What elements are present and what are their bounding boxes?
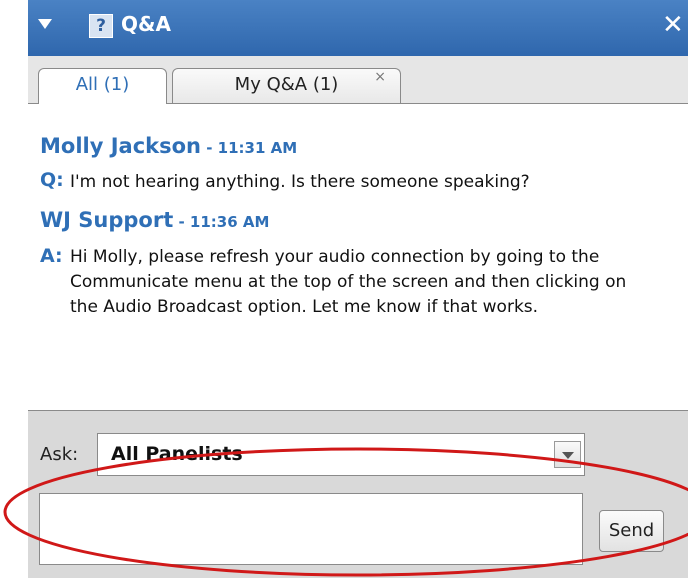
- close-icon[interactable]: ✕: [662, 10, 684, 40]
- tab-close-icon[interactable]: ×: [374, 61, 386, 93]
- collapse-triangle-icon[interactable]: [38, 19, 52, 29]
- panel-title: Q&A: [121, 12, 171, 36]
- qa-panel: ? Q&A ✕ All (1) My Q&A (1) × Molly Jacks…: [28, 0, 688, 578]
- message-text: the Audio Broadcast option. Let me know …: [70, 297, 539, 317]
- message-author: WJ Support - 11:36 AM: [40, 208, 270, 232]
- tab-all-label: All (1): [75, 74, 130, 95]
- message-author: Molly Jackson - 11:31 AM: [40, 134, 298, 158]
- send-button[interactable]: Send: [599, 510, 664, 552]
- title-bar: ? Q&A ✕: [28, 0, 688, 56]
- ask-recipient-value: All Panelists: [111, 443, 243, 465]
- tab-my-qa-label: My Q&A (1): [234, 74, 339, 95]
- dropdown-button[interactable]: [554, 441, 581, 468]
- tab-my-qa[interactable]: My Q&A (1) ×: [172, 68, 401, 103]
- question-input[interactable]: [39, 493, 583, 565]
- ask-label: Ask:: [40, 444, 79, 465]
- chevron-down-icon: [562, 452, 574, 459]
- message-time: - 11:31 AM: [201, 139, 298, 157]
- message-text: Hi Molly, please refresh your audio conn…: [70, 247, 600, 267]
- message-text: I'm not hearing anything. Is there someo…: [70, 172, 530, 192]
- message-time: - 11:36 AM: [173, 213, 270, 231]
- message-text: Communicate menu at the top of the scree…: [70, 272, 627, 292]
- qa-message-list: Molly Jackson - 11:31 AM Q: I'm not hear…: [28, 104, 688, 411]
- answer-label: A:: [40, 245, 63, 267]
- ask-recipient-select[interactable]: All Panelists: [97, 433, 585, 476]
- help-icon: ?: [89, 14, 113, 38]
- tab-strip: All (1) My Q&A (1) ×: [28, 56, 688, 104]
- tab-all[interactable]: All (1): [38, 68, 167, 104]
- question-label: Q:: [40, 169, 64, 191]
